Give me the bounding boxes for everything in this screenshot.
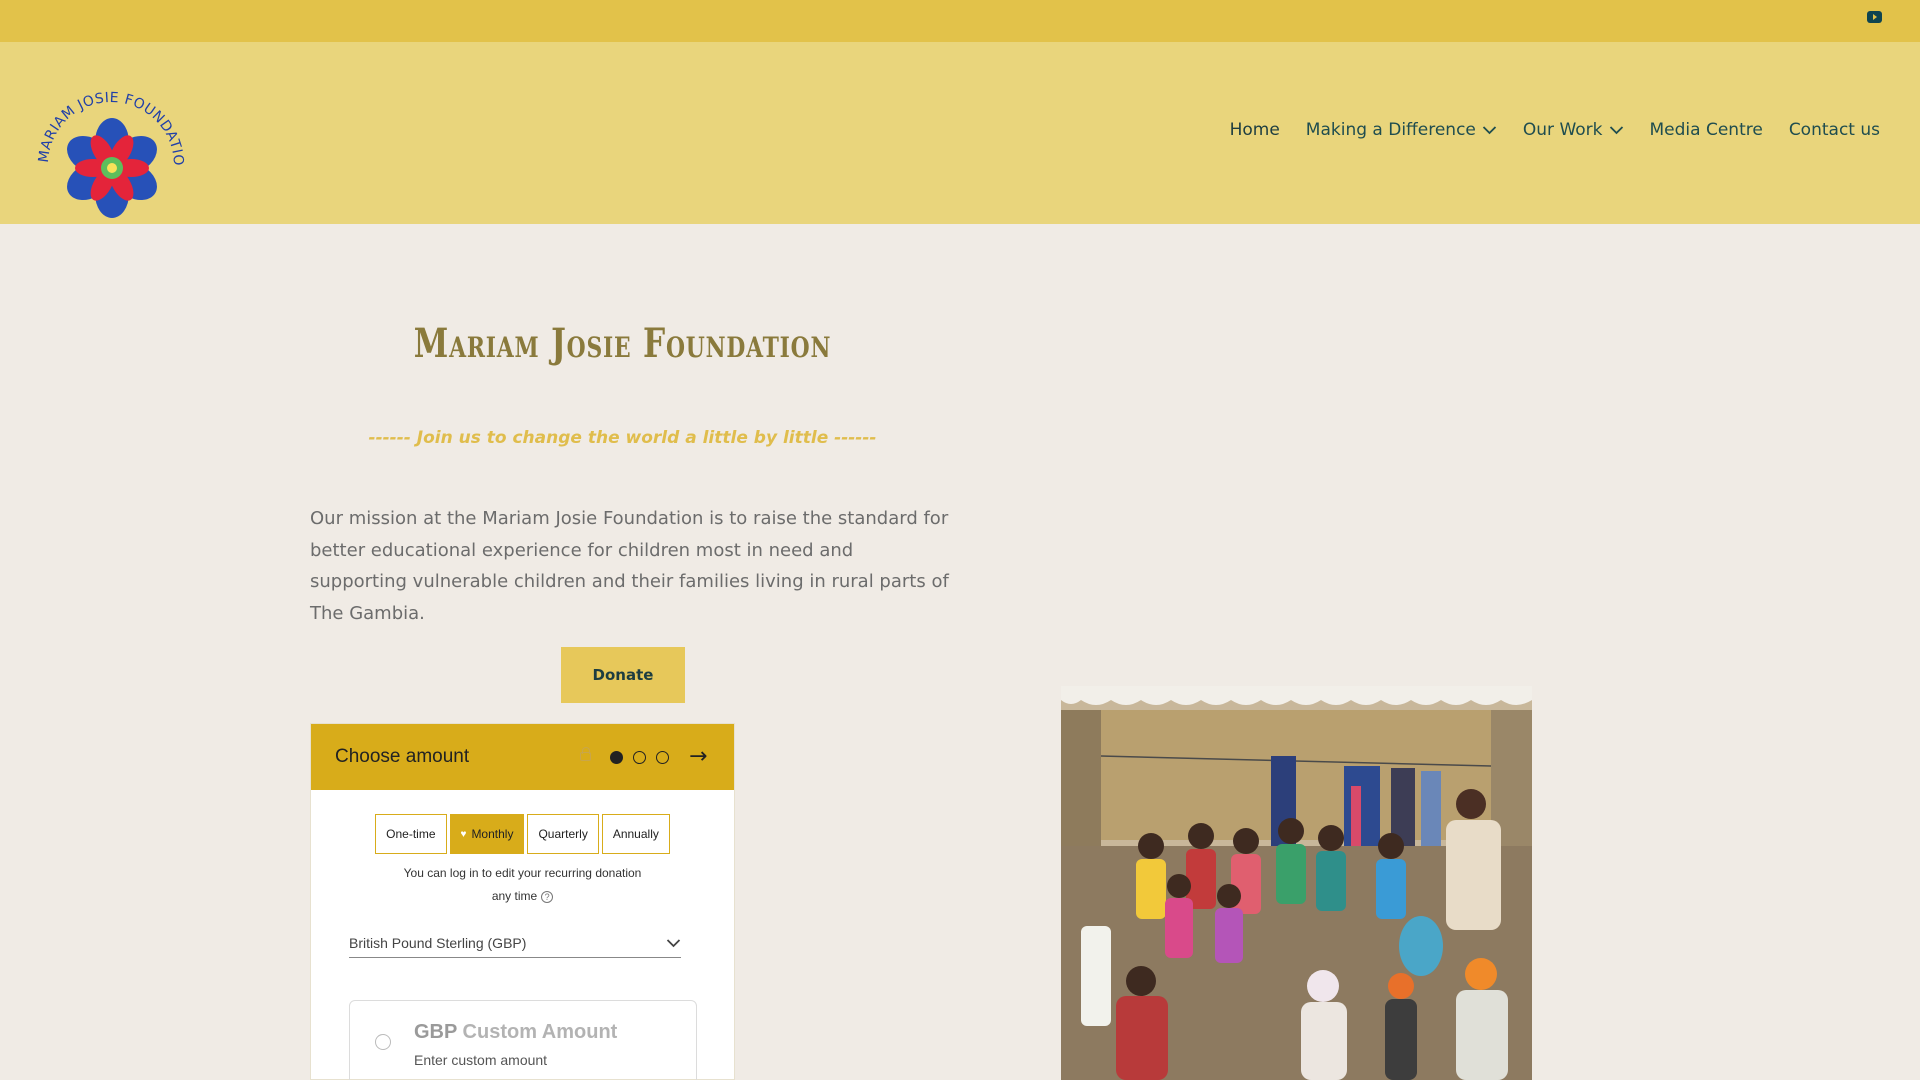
frequency-quarterly[interactable]: Quarterly	[527, 814, 599, 854]
nav-our-work-label: Our Work	[1522, 120, 1603, 140]
widget-title: Choose amount	[335, 746, 470, 767]
tagline: ------ Join us to change the world a lit…	[368, 428, 877, 448]
radio-icon[interactable]	[375, 1034, 391, 1050]
mission-text: Our mission at the Mariam Josie Foundati…	[310, 508, 949, 624]
site-header: MARIAM JOSIE FOUNDATION	[0, 42, 1920, 224]
main-nav: Home Making a Difference Our Work Media …	[1230, 120, 1880, 140]
chevron-down-icon	[1482, 126, 1497, 135]
custom-amount-label: Custom Amount	[462, 1021, 618, 1043]
youtube-icon[interactable]	[1867, 11, 1882, 23]
nav-home[interactable]: Home	[1230, 120, 1280, 140]
nav-making-a-difference[interactable]: Making a Difference	[1306, 120, 1497, 140]
page-title: Mariam Josie Foundation	[413, 320, 832, 367]
currency-value: British Pound Sterling (GBP)	[349, 935, 527, 951]
frequency-label: Quarterly	[538, 827, 588, 841]
nav-contact-us-label: Contact us	[1788, 120, 1880, 140]
donate-button[interactable]: Donate	[561, 647, 685, 703]
nav-media-centre-label: Media Centre	[1649, 120, 1763, 140]
frequency-monthly[interactable]: ♥ Monthly	[449, 814, 525, 854]
step-indicator-3	[656, 751, 669, 764]
nav-media-centre[interactable]: Media Centre	[1650, 120, 1763, 140]
nav-contact-us[interactable]: Contact us	[1789, 120, 1880, 140]
heart-icon: ♥	[460, 828, 467, 840]
custom-amount-currency: GBP	[414, 1021, 457, 1043]
frequency-label: Annually	[612, 827, 659, 841]
donation-widget-header: Choose amount →	[311, 724, 734, 790]
nav-home-label: Home	[1229, 120, 1280, 140]
frequency-annually[interactable]: Annually	[601, 814, 670, 854]
custom-amount-option[interactable]: GBP Custom Amount Enter custom amount	[349, 1000, 697, 1080]
community-photo	[1061, 686, 1532, 1080]
arrow-right-icon[interactable]: →	[689, 746, 707, 768]
chevron-down-icon	[666, 939, 681, 948]
frequency-label: Monthly	[471, 827, 514, 841]
community-photo-image	[1061, 686, 1532, 1080]
top-bar	[0, 0, 1920, 42]
recurring-note: You can log in to edit your recurring do…	[311, 862, 734, 908]
recurring-note-line2: any time	[491, 889, 538, 903]
currency-select[interactable]: British Pound Sterling (GBP)	[349, 929, 681, 958]
site-logo[interactable]: MARIAM JOSIE FOUNDATION	[25, 58, 192, 232]
help-icon[interactable]: ?	[541, 890, 554, 903]
step-indicator-1	[610, 751, 623, 764]
nav-our-work[interactable]: Our Work	[1523, 120, 1624, 140]
step-indicator-2	[633, 751, 646, 764]
custom-amount-subtitle: Enter custom amount	[414, 1052, 548, 1068]
recurring-note-line1: You can log in to edit your recurring do…	[403, 866, 642, 880]
frequency-selector: One-time ♥ Monthly Quarterly Annually	[311, 814, 734, 854]
donation-widget: Choose amount → One-time ♥ Monthly Quarte…	[310, 723, 735, 1080]
lock-icon	[580, 747, 591, 761]
chevron-down-icon	[1609, 126, 1623, 135]
frequency-one-time[interactable]: One-time	[375, 814, 447, 854]
foundation-logo-icon: MARIAM JOSIE FOUNDATION	[25, 58, 186, 218]
frequency-label: One-time	[386, 827, 436, 841]
custom-amount-title: GBP Custom Amount	[414, 1021, 617, 1044]
nav-making-a-difference-label: Making a Difference	[1305, 120, 1476, 140]
